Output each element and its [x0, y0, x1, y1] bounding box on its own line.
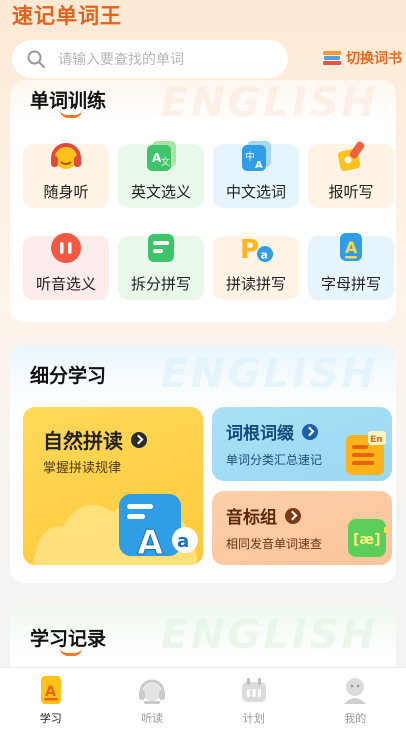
search-bar[interactable]: 请输入要查找的单词 — [12, 40, 288, 78]
plan-icon — [241, 678, 266, 702]
bottom-tabbar: A 学习 听读 计划 我的 — [0, 667, 406, 735]
tab-study[interactable]: A 学习 — [16, 674, 86, 735]
roots-title-row: 词根词缀 — [226, 419, 318, 444]
subdivided-watermark: ENGLISH — [160, 351, 378, 397]
records-card: ENGLISH 学习记录 — [10, 606, 396, 676]
roots-subtitle: 单词分类汇总速记 — [226, 453, 323, 467]
tile-label: 中文选词 — [225, 183, 286, 201]
tab-plan[interactable]: 计划 — [219, 674, 289, 735]
title-underline — [60, 648, 82, 656]
title-underline — [60, 110, 82, 118]
svg-text:A: A — [345, 238, 358, 257]
tile-en-choose-meaning[interactable]: A 文 英文选义 — [118, 141, 204, 208]
study-icon: A — [40, 676, 61, 704]
roots-card[interactable]: 词根词缀 单词分类汇总速记 En — [212, 407, 392, 481]
svg-text:A: A — [137, 523, 164, 563]
training-title: 单词训练 — [30, 90, 107, 112]
phonetic-subtitle: 相同发音单词速查 — [226, 537, 323, 551]
phonetic-symbol-icon: [æ] — [348, 519, 388, 557]
translate-zh-icon: 中 A — [242, 141, 271, 171]
tile-label: 听音选义 — [35, 275, 96, 293]
records-title: 学习记录 — [30, 628, 107, 650]
listen-icon — [139, 679, 166, 704]
app-title: 速记单词王 — [12, 4, 122, 28]
tile-label: 拼读拼写 — [225, 275, 286, 293]
svg-text:[æ]: [æ] — [353, 532, 380, 548]
roots-title: 词根词缀 — [226, 424, 294, 444]
svg-text:a: a — [177, 531, 189, 552]
training-card: ENGLISH 单词训练 随身听 A 文 英文选义 中 A 中文选词 报听写 听… — [10, 80, 396, 322]
tile-phonics-spell[interactable]: P a 拼读拼写 — [213, 235, 299, 300]
phonetic-title-row: 音标组 — [226, 503, 301, 528]
split-spell-icon — [148, 234, 174, 262]
tile-label: 随身听 — [43, 183, 89, 201]
subdivided-card: ENGLISH 细分学习 自然拼读 掌握拼读规律 A a 词根词缀 单词分类汇总… — [10, 345, 396, 583]
svg-text:中: 中 — [245, 150, 255, 163]
subdivided-title: 细分学习 — [30, 365, 107, 387]
audio-wave-icon — [51, 233, 81, 263]
phonics-title-row: 自然拼读 — [43, 425, 147, 454]
phonics-card[interactable]: 自然拼读 掌握拼读规律 A a — [23, 407, 203, 565]
book-en-icon: En — [346, 431, 386, 475]
headphones-icon — [51, 143, 81, 169]
tile-split-spell[interactable]: 拆分拼写 — [118, 234, 204, 300]
records-watermark: ENGLISH — [160, 612, 378, 658]
svg-text:a: a — [261, 249, 268, 262]
tab-listen[interactable]: 听读 — [117, 674, 187, 735]
tile-zh-choose-word[interactable]: 中 A 中文选词 — [213, 141, 299, 208]
tab-profile[interactable]: 我的 — [320, 674, 390, 735]
svg-text:文: 文 — [161, 156, 170, 168]
books-icon — [323, 51, 341, 65]
tile-letter-spell[interactable]: A 字母拼写 — [308, 233, 394, 300]
svg-text:P: P — [240, 235, 259, 265]
phonics-aa-icon: A a — [33, 494, 198, 565]
tile-listen-choose-meaning[interactable]: 听音选义 — [23, 233, 109, 300]
phonetic-title: 音标组 — [226, 508, 277, 528]
dictation-icon — [337, 141, 365, 172]
switch-book-label: 切换词书 — [346, 51, 402, 67]
letter-spell-icon: A — [340, 233, 362, 261]
tab-label: 我的 — [344, 712, 367, 725]
training-watermark: ENGLISH — [160, 80, 378, 126]
phonetic-card[interactable]: 音标组 相同发音单词速查 [æ] — [212, 491, 392, 565]
svg-text:A: A — [255, 160, 263, 171]
tile-dictation[interactable]: 报听写 — [308, 141, 394, 208]
svg-text:En: En — [370, 435, 383, 445]
translate-en-icon: A 文 — [147, 141, 176, 171]
svg-text:A: A — [45, 684, 56, 700]
chevron-right-icon — [302, 423, 318, 440]
chevron-right-icon — [285, 507, 301, 524]
chevron-right-icon — [131, 431, 147, 448]
search-input[interactable]: 请输入要查找的单词 — [58, 49, 184, 69]
switch-book-button[interactable]: 切换词书 — [322, 48, 402, 68]
search-icon — [27, 50, 45, 68]
tile-label: 报听写 — [328, 183, 374, 201]
phonics-subtitle: 掌握拼读规律 — [43, 461, 122, 476]
tab-label: 计划 — [242, 712, 265, 725]
profile-icon — [344, 678, 367, 704]
tab-label: 学习 — [39, 712, 62, 725]
tile-label: 字母拼写 — [320, 275, 381, 293]
tile-label: 拆分拼写 — [130, 275, 191, 293]
phonics-title: 自然拼读 — [43, 429, 123, 453]
tab-label: 听读 — [141, 712, 164, 725]
tile-portable-listen[interactable]: 随身听 — [23, 143, 109, 208]
phonics-spell-icon: P a — [240, 235, 273, 265]
tile-label: 英文选义 — [130, 183, 191, 201]
